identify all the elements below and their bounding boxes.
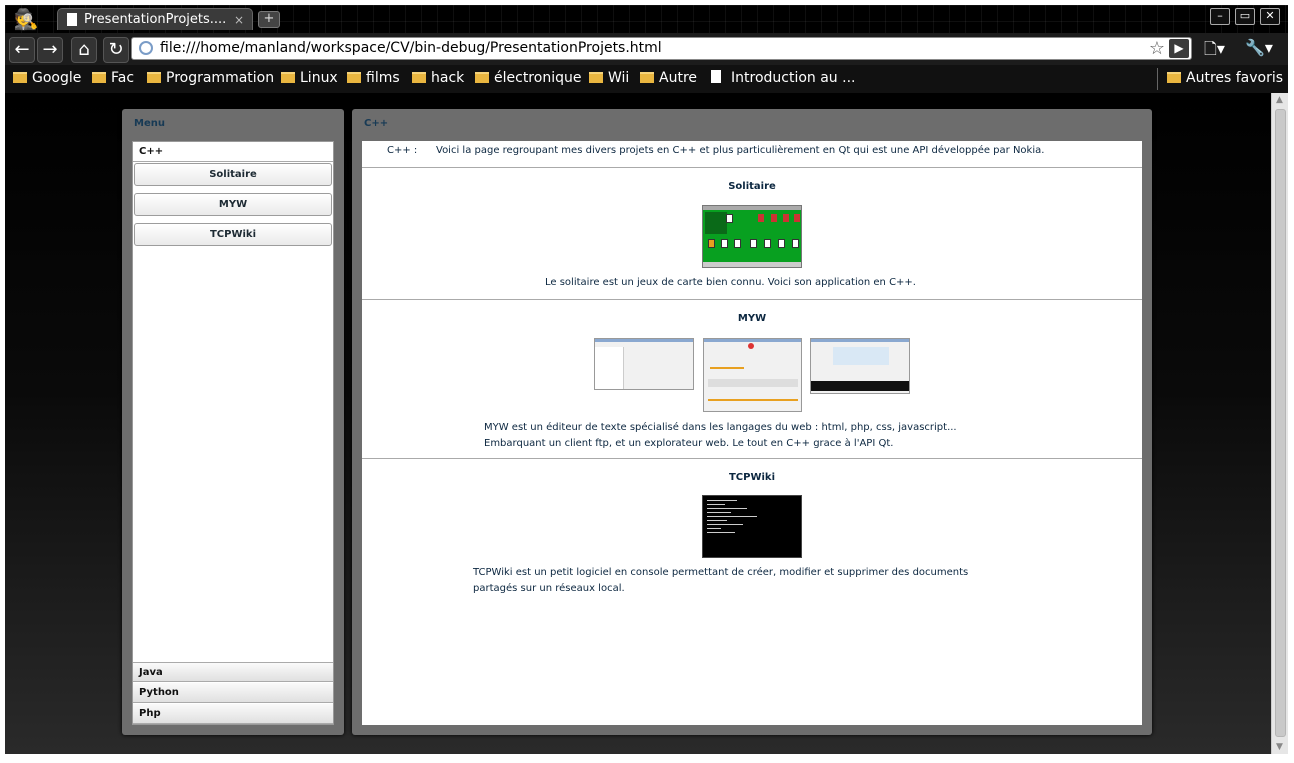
scroll-up-icon[interactable]: ▲ <box>1276 95 1285 105</box>
main-title: C++ <box>364 118 389 129</box>
main-content: C++ : Voici la page regroupant mes diver… <box>362 141 1142 725</box>
project-description: Le solitaire est un jeux de carte bien c… <box>545 277 916 288</box>
scrollbar-thumb[interactable] <box>1275 109 1286 737</box>
intro-row: C++ : Voici la page regroupant mes diver… <box>362 141 1142 168</box>
menu-section-python[interactable]: Python <box>133 683 333 703</box>
project-description-line-2: Embarquant un client ftp, et un explorat… <box>484 438 894 449</box>
bookmark-linux[interactable]: Linux <box>281 70 338 86</box>
project-myw: MYW MYW est un éditeur de texte spéciali… <box>362 300 1142 459</box>
back-icon[interactable]: ← <box>9 37 35 63</box>
address-bar[interactable]: file:///home/manland/workspace/CV/bin-de… <box>131 37 1192 60</box>
project-description-line-1: MYW est un éditeur de texte spécialisé d… <box>484 422 957 433</box>
tcpwiki-screenshot[interactable] <box>702 495 802 558</box>
folder-icon <box>13 72 27 83</box>
folder-icon <box>147 72 161 83</box>
solitaire-screenshot[interactable] <box>702 205 802 268</box>
folder-icon <box>412 72 426 83</box>
minimize-button[interactable]: – <box>1210 8 1230 25</box>
incognito-icon: 🕵 <box>13 7 39 31</box>
folder-icon <box>475 72 489 83</box>
wrench-icon[interactable]: 🔧▾ <box>1245 38 1273 57</box>
bookmark-programmation[interactable]: Programmation <box>147 70 274 86</box>
title-bar: 🕵 PresentationProjets.... × + – ▭ ✕ <box>5 5 1288 33</box>
browser-window: 🕵 PresentationProjets.... × + – ▭ ✕ ← → … <box>5 5 1288 754</box>
bookmark-introduction[interactable]: Introduction au ... <box>711 70 855 86</box>
myw-button[interactable]: MYW <box>134 193 332 216</box>
tab-title: PresentationProjets.... <box>84 12 227 27</box>
document-icon <box>67 13 77 26</box>
folder-icon <box>92 72 106 83</box>
menu-title: Menu <box>134 118 165 129</box>
new-tab-button[interactable]: + <box>258 11 280 28</box>
intro-text: Voici la page regroupant mes divers proj… <box>436 145 1045 156</box>
close-window-button[interactable]: ✕ <box>1260 8 1280 25</box>
scroll-down-icon[interactable]: ▼ <box>1276 742 1285 752</box>
project-description-line-2: partagés sur un réseaux local. <box>473 583 625 594</box>
folder-icon <box>1167 72 1181 83</box>
folder-icon <box>589 72 603 83</box>
page-content: Menu C++ Solitaire MYW TCPWiki Java Pyth… <box>5 93 1288 754</box>
project-title: MYW <box>737 313 767 324</box>
bookmark-hack[interactable]: hack <box>412 70 464 86</box>
bookmarks-separator <box>1157 68 1158 90</box>
menu-panel: Menu C++ Solitaire MYW TCPWiki Java Pyth… <box>122 109 344 735</box>
folder-icon <box>347 72 361 83</box>
project-solitaire: Solitaire Le solitaire est un jeux de ca… <box>362 168 1142 300</box>
project-description-line-1: TCPWiki est un petit logiciel en console… <box>473 567 969 578</box>
myw-screenshot-3[interactable] <box>810 338 910 394</box>
bookmark-autres-favoris[interactable]: Autres favoris <box>1167 70 1283 86</box>
solitaire-button[interactable]: Solitaire <box>134 163 332 186</box>
bookmarks-bar: Google Fac Programmation Linux films hac… <box>5 65 1288 93</box>
tab-close-button[interactable]: × <box>234 9 244 31</box>
go-icon[interactable]: ▶ <box>1169 39 1189 58</box>
forward-icon[interactable]: → <box>37 37 63 63</box>
project-tcpwiki: TCPWiki TCPWiki est un petit logiciel en… <box>362 459 1142 725</box>
main-panel: C++ C++ : Voici la page regroupant mes d… <box>352 109 1152 735</box>
bookmark-wii[interactable]: Wii <box>589 70 629 86</box>
bookmark-electronique[interactable]: électronique <box>475 70 581 86</box>
bookmark-google[interactable]: Google <box>13 70 81 86</box>
menu-accordion: C++ Solitaire MYW TCPWiki Java Python Ph… <box>132 141 334 725</box>
intro-label: C++ : <box>387 145 418 156</box>
page-menu-icon[interactable]: 🗋▾ <box>1204 38 1225 65</box>
menu-section-java[interactable]: Java <box>133 662 333 682</box>
tab-presentation-projets[interactable]: PresentationProjets.... × <box>57 8 253 30</box>
tcpwiki-button[interactable]: TCPWiki <box>134 223 332 246</box>
page-info-icon[interactable] <box>139 41 153 55</box>
project-title: TCPWiki <box>728 472 776 483</box>
folder-icon <box>640 72 654 83</box>
maximize-button[interactable]: ▭ <box>1235 8 1255 25</box>
document-icon <box>711 70 721 83</box>
myw-screenshot-2[interactable] <box>703 338 802 412</box>
star-icon[interactable]: ☆ <box>1149 38 1165 59</box>
url-text[interactable]: file:///home/manland/workspace/CV/bin-de… <box>160 40 662 56</box>
toolbar: ← → ⌂ ↻ file:///home/manland/workspace/C… <box>5 33 1288 65</box>
bookmark-films[interactable]: films <box>347 70 400 86</box>
bookmark-autre[interactable]: Autre <box>640 70 697 86</box>
project-title: Solitaire <box>728 181 776 192</box>
bookmark-fac[interactable]: Fac <box>92 70 134 86</box>
reload-icon[interactable]: ↻ <box>103 37 129 63</box>
home-icon[interactable]: ⌂ <box>71 37 97 63</box>
folder-icon <box>281 72 295 83</box>
menu-section-php[interactable]: Php <box>133 704 333 724</box>
myw-screenshot-1[interactable] <box>594 338 694 390</box>
vertical-scrollbar[interactable]: ▲ ▼ <box>1271 93 1288 754</box>
menu-section-cpp[interactable]: C++ <box>133 142 333 162</box>
